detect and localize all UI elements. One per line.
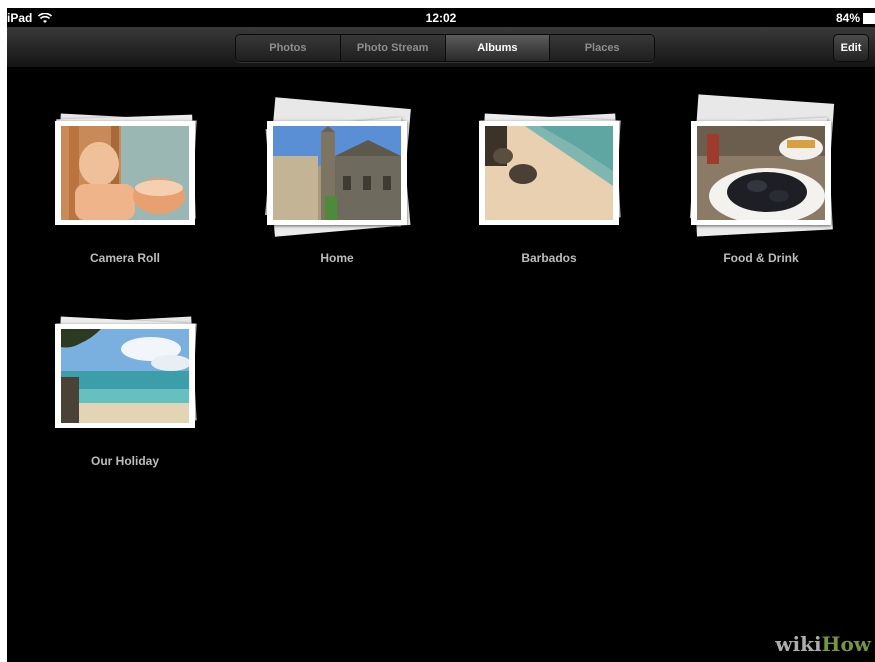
album-home[interactable]: Home (257, 97, 417, 293)
album-photo-stack (474, 103, 624, 233)
cover-photo-coast (61, 329, 189, 423)
status-time: 12:02 (425, 11, 457, 25)
album-cover (55, 121, 195, 225)
album-camera-roll[interactable]: Camera Roll (45, 103, 205, 293)
album-cover (267, 121, 407, 225)
ipad-screen: iPad 12:02 84% Photos Photo Stream Album… (7, 8, 875, 662)
cover-photo-beach (485, 126, 613, 220)
view-segmented-control: Photos Photo Stream Albums Places (235, 34, 655, 62)
battery-icon (863, 12, 875, 24)
album-title: Food & Drink (723, 251, 799, 265)
tab-photos[interactable]: Photos (236, 35, 341, 61)
album-photo-stack (686, 94, 836, 237)
cover-photo-baby (61, 126, 189, 220)
cover-photo-buildings (273, 126, 401, 220)
nav-bar: Photos Photo Stream Albums Places Edit (7, 27, 875, 68)
status-right: 84% (836, 11, 875, 25)
edit-button[interactable]: Edit (833, 34, 869, 62)
album-title: Barbados (521, 251, 577, 265)
album-photo-stack (50, 103, 200, 233)
album-title: Home (320, 251, 354, 265)
album-photo-stack (262, 97, 412, 237)
album-barbados[interactable]: Barbados (469, 103, 629, 293)
album-cover (55, 324, 195, 428)
battery-percent: 84% (835, 11, 860, 25)
wikihow-watermark: wikiHow (775, 632, 871, 656)
album-food-and-drink[interactable]: Food & Drink (681, 94, 841, 293)
album-cover (479, 121, 619, 225)
cover-photo-mussels (697, 126, 825, 220)
album-title: Camera Roll (89, 251, 161, 265)
album-cover (691, 121, 831, 225)
status-bar: iPad 12:02 84% (7, 8, 875, 27)
tab-photo-stream[interactable]: Photo Stream (340, 35, 446, 61)
album-title: Our Holiday (90, 454, 159, 468)
album-our-holiday[interactable]: Our Holiday (45, 306, 205, 496)
album-photo-stack (50, 306, 200, 436)
tab-places[interactable]: Places (550, 35, 654, 61)
tab-albums[interactable]: Albums (445, 35, 551, 61)
